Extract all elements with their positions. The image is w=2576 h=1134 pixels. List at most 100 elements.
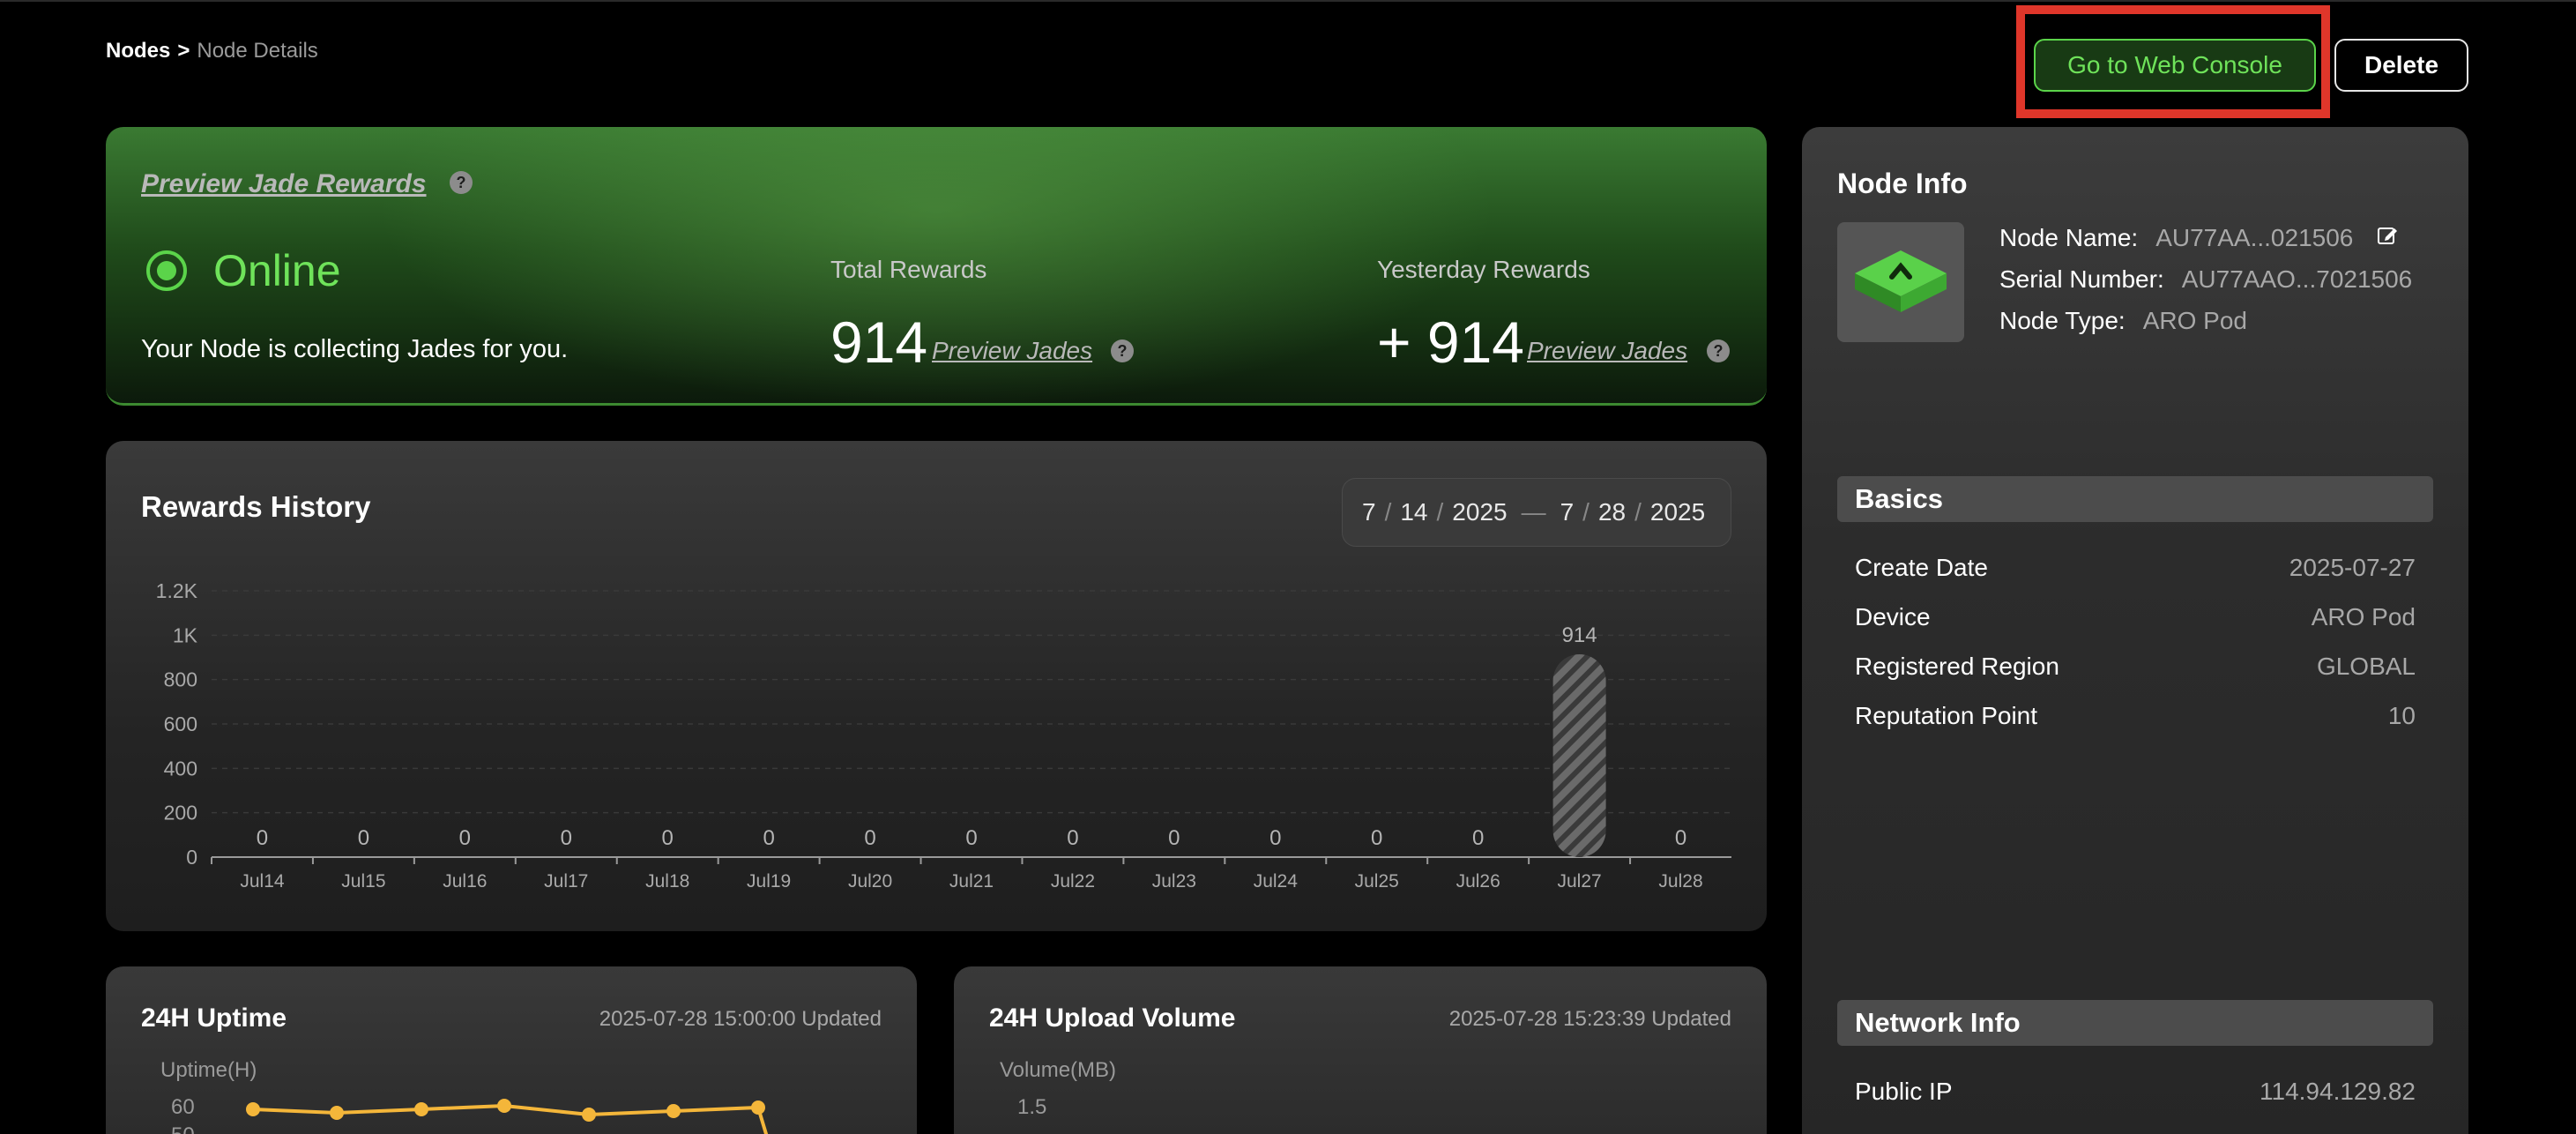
yesterday-rewards-value: + 914 <box>1377 310 1524 375</box>
node-name-value: AU77AA...021506 <box>2155 224 2354 251</box>
data-label: 914 <box>1562 623 1597 647</box>
rewards-history-chart: 0 200 400 600 800 1K 1.2K Jul14 0 Jul15 0 Jul16 0 Jul… <box>156 579 1731 892</box>
y-tick-label: 600 <box>164 712 197 735</box>
network-info-label: Public IP <box>1855 1078 1953 1105</box>
yesterday-preview-jades-link[interactable]: Preview Jades <box>1527 337 1687 365</box>
uptime-point <box>582 1108 596 1122</box>
x-tick-label: Jul22 <box>1051 871 1095 892</box>
uptime-point <box>751 1100 765 1115</box>
data-label: 0 <box>1269 826 1281 850</box>
data-label: 0 <box>257 826 268 850</box>
basics-value: ARO Pod <box>2311 603 2416 630</box>
x-tick-label: Jul24 <box>1254 871 1299 892</box>
node-name-row: Node Name: AU77AA...021506 <box>1999 224 2399 252</box>
node-name-label: Node Name: <box>1999 224 2139 251</box>
x-tick-label: Jul17 <box>544 871 588 892</box>
x-tick-label: Jul27 <box>1557 871 1601 892</box>
y-tick-label: 200 <box>164 802 197 824</box>
x-tick-label: Jul14 <box>240 871 285 892</box>
uptime-point <box>330 1106 344 1120</box>
network-info-row: Public IP 114.94.129.82 <box>1855 1078 2416 1106</box>
bar <box>1552 653 1606 857</box>
x-tick-label: Jul16 <box>443 871 487 892</box>
help-icon[interactable]: ? <box>1707 339 1730 362</box>
upload-volume-title: 24H Upload Volume <box>989 1003 1236 1033</box>
delete-button[interactable]: Delete <box>2334 39 2468 92</box>
online-status-text: Online <box>213 246 341 295</box>
x-tick-label: Jul19 <box>747 871 791 892</box>
x-tick-label: Jul18 <box>645 871 689 892</box>
basics-row: Reputation Point 10 <box>1855 702 2416 730</box>
basics-section-header: Basics <box>1837 476 2433 522</box>
uptime-chart <box>246 1099 769 1134</box>
basics-value: GLOBAL <box>2316 653 2416 680</box>
basics-row: Registered Region GLOBAL <box>1855 653 2416 681</box>
x-tick-label: Jul25 <box>1355 871 1399 892</box>
data-label: 0 <box>1371 826 1382 850</box>
rewards-history-card: Rewards History 7/ 14/ 2025 — 7/ 28/ 202… <box>106 441 1767 931</box>
aro-pod-icon <box>1855 250 1947 312</box>
serial-number-row: Serial Number: AU77AAO...7021506 <box>1999 265 2412 294</box>
help-icon[interactable]: ? <box>1111 339 1134 362</box>
page: Nodes > Node Details Go to Web Console D… <box>0 0 2576 1134</box>
data-label: 0 <box>1675 826 1686 850</box>
y-tick-label: 400 <box>164 757 197 780</box>
uptime-point <box>246 1102 260 1116</box>
basics-value: 2025-07-27 <box>2289 554 2416 581</box>
basics-label: Device <box>1855 603 1931 630</box>
breadcrumb-nodes-link[interactable]: Nodes <box>106 39 170 63</box>
node-info-panel: Node Info Node Name: AU77AA...021506 Ser… <box>1802 127 2468 1134</box>
rewards-card: Preview Jade Rewards ? Online Your Node … <box>106 127 1767 406</box>
x-tick-label: Jul26 <box>1456 871 1500 892</box>
uptime-card: 24H Uptime 2025-07-28 15:00:00 Updated U… <box>106 966 917 1134</box>
x-tick-label: Jul23 <box>1152 871 1196 892</box>
breadcrumb: Nodes > Node Details <box>106 39 318 63</box>
basics-label: Create Date <box>1855 554 1988 581</box>
x-tick-label: Jul20 <box>848 871 892 892</box>
uptime-point <box>666 1104 681 1118</box>
breadcrumb-current: Node Details <box>197 39 318 63</box>
y-tick-label: 1.2K <box>156 579 198 602</box>
go-to-web-console-button[interactable]: Go to Web Console <box>2034 39 2316 92</box>
total-rewards-value: 914 <box>830 310 928 375</box>
data-label: 0 <box>561 826 572 850</box>
node-status-message: Your Node is collecting Jades for you. <box>141 335 569 363</box>
data-label: 0 <box>358 826 369 850</box>
online-status-icon <box>146 250 187 291</box>
preview-jade-rewards-link[interactable]: Preview Jade Rewards <box>141 169 427 199</box>
y-tick-label: 800 <box>164 668 197 691</box>
breadcrumb-separator: > <box>177 39 190 63</box>
network-info-section-header: Network Info <box>1837 1000 2433 1046</box>
uptime-point <box>497 1099 511 1113</box>
total-rewards-label: Total Rewards <box>830 256 987 283</box>
basics-label: Reputation Point <box>1855 702 2038 729</box>
x-tick-label: Jul15 <box>341 871 385 892</box>
node-info-title: Node Info <box>1837 168 1968 199</box>
basics-label: Registered Region <box>1855 653 2059 680</box>
node-type-label: Node Type: <box>1999 307 2126 334</box>
upload-volume-card: 24H Upload Volume 2025-07-28 15:23:39 Up… <box>954 966 1767 1134</box>
data-label: 0 <box>459 826 471 850</box>
basics-value: 10 <box>2387 702 2416 729</box>
y-tick-label: 1K <box>173 623 198 646</box>
total-preview-jades-link[interactable]: Preview Jades <box>932 337 1092 365</box>
upload-axis-label: Volume(MB) <box>1000 1058 1117 1082</box>
data-label: 0 <box>1168 826 1180 850</box>
yesterday-rewards-label: Yesterday Rewards <box>1377 256 1590 283</box>
data-label: 0 <box>864 826 875 850</box>
upload-updated-time: 2025-07-28 15:23:39 Updated <box>1448 1007 1731 1031</box>
data-label: 0 <box>965 826 977 850</box>
data-label: 0 <box>763 826 774 850</box>
upload-tick-label: 1.5 <box>1017 1095 1047 1119</box>
data-label: 0 <box>1067 826 1078 850</box>
node-device-image <box>1837 222 1964 342</box>
serial-number-value: AU77AAO...7021506 <box>2181 265 2413 293</box>
data-label: 0 <box>1472 826 1484 850</box>
node-type-value: ARO Pod <box>2142 307 2247 334</box>
x-tick-label: Jul28 <box>1658 871 1702 892</box>
y-tick-label: 0 <box>186 846 197 869</box>
basics-row: Create Date 2025-07-27 <box>1855 554 2416 582</box>
basics-row: Device ARO Pod <box>1855 603 2416 631</box>
help-icon[interactable]: ? <box>450 171 473 194</box>
edit-icon[interactable] <box>2376 224 2399 247</box>
